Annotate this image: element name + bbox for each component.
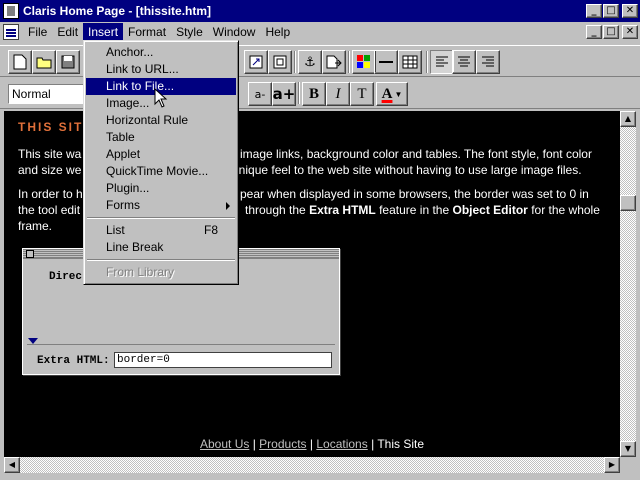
menu-item-forms-label: Forms [106,198,140,212]
mouse-pointer-icon [154,88,168,108]
shortcut-f8: F8 [203,223,218,237]
horizontal-rule-icon[interactable] [374,50,398,74]
insert-image-icon[interactable] [352,50,376,74]
chevron-down-icon: ▼ [394,89,403,99]
footer-link-locations[interactable]: Locations [316,437,367,451]
document-icon[interactable] [3,24,19,40]
para2-line1-start: In order to h [18,187,83,201]
text-color-icon: A [381,85,393,102]
footer-separator: | [252,437,256,451]
anchor-icon[interactable]: ⚓ [298,50,322,74]
minimize-button[interactable]: _ [586,4,602,18]
menu-file[interactable]: File [23,23,52,41]
submenu-arrow-icon [226,202,230,210]
new-file-icon[interactable] [8,50,32,74]
table-icon[interactable] [398,50,422,74]
align-right-icon[interactable] [476,50,500,74]
text-extra-html: Extra HTML [309,203,376,217]
menu-format[interactable]: Format [123,23,171,41]
window-title: Claris Home Page - [thissite.htm] [23,4,212,18]
frame-icon[interactable] [268,50,292,74]
object-editor-close-icon[interactable] [26,250,34,258]
vertical-scrollbar[interactable]: ▲ ▼ [620,111,636,457]
scroll-right-icon[interactable]: ▶ [604,457,620,473]
align-left-icon[interactable] [430,50,454,74]
menu-item-list-label: List [106,223,125,237]
scroll-down-icon[interactable]: ▼ [620,441,636,457]
menu-style[interactable]: Style [171,23,208,41]
doc-restore-button[interactable]: □ [603,25,619,39]
para2-line1-end: pear when displayed in some browsers, th… [240,187,589,201]
menu-item-plugin[interactable]: Plugin... [86,180,236,197]
scroll-up-icon[interactable]: ▲ [620,111,636,127]
text-for-the-whole: for the whole [531,203,600,217]
close-button[interactable]: ✕ [622,4,638,18]
para1-line1-start: This site wa [18,147,82,161]
scroll-left-icon[interactable]: ◀ [4,457,20,473]
menu-item-quicktime-movie[interactable]: QuickTime Movie... [86,163,236,180]
menu-edit[interactable]: Edit [52,23,83,41]
menu-item-table[interactable]: Table [86,129,236,146]
menu-item-line-break[interactable]: Line Break [86,239,236,256]
text-through-the: through the [245,203,306,217]
align-center-icon[interactable] [452,50,476,74]
save-icon[interactable] [56,50,80,74]
footer-nav: About Us | Products | Locations | This S… [4,437,620,451]
menu-item-from-library: From Library [106,265,175,279]
horizontal-scrollbar[interactable]: ◀ ▶ [4,457,620,473]
menu-item-anchor[interactable]: Anchor... [86,44,236,61]
para2-line3: frame. [18,219,53,233]
object-editor-direction-label: Direc [49,271,83,283]
page-heading: THIS SIT [18,120,84,134]
menu-item-link-to-url[interactable]: Link to URL... [86,61,236,78]
maximize-button[interactable]: □ [603,4,619,18]
text-feature-in-the: feature in the [379,203,450,217]
text-object-editor: Object Editor [452,203,528,217]
bold-button[interactable]: B [302,82,326,106]
footer-current-page: This Site [377,437,424,451]
para1-line2-start: and size we [18,163,82,177]
footer-separator: | [309,437,313,451]
paragraph-style-select[interactable]: Normal [8,84,86,104]
menu-separator [87,217,235,219]
link-to-file-icon[interactable] [322,50,346,74]
menu-item-forms[interactable]: Forms [86,197,236,214]
menu-item-list[interactable]: List F8 [86,222,236,239]
size-grip[interactable] [620,457,636,473]
font-larger-button[interactable]: a+ [272,82,296,106]
footer-separator: | [371,437,375,451]
menu-item-horizontal-rule[interactable]: Horizontal Rule [86,112,236,129]
app-icon[interactable] [3,3,19,19]
menu-help[interactable]: Help [260,23,295,41]
menu-bar: File Edit Insert Format Style Window Hel… [0,22,640,42]
footer-link-about[interactable]: About Us [200,437,249,451]
extra-html-label: Extra HTML: [37,355,110,367]
doc-close-button[interactable]: ✕ [622,25,638,39]
para2-line2-start: the tool edit [18,203,81,217]
para1-line2-end: unique feel to the web site without havi… [232,163,582,177]
teletype-button[interactable]: T [350,82,374,106]
menu-insert[interactable]: Insert [83,23,124,41]
scroll-thumb[interactable] [620,195,636,211]
object-editor-divider [27,344,335,345]
italic-button[interactable]: I [326,82,350,106]
extra-html-input[interactable]: border=0 [114,352,332,368]
menu-item-applet[interactable]: Applet [86,146,236,163]
title-bar: Claris Home Page - [thissite.htm] _ □ ✕ [0,0,640,22]
link-editor-icon[interactable] [244,50,268,74]
font-smaller-button[interactable]: a- [248,82,272,106]
text-color-button[interactable]: A ▼ [376,82,408,106]
insert-menu-dropdown: Anchor... Link to URL... Link to File...… [83,40,239,285]
footer-link-products[interactable]: Products [259,437,306,451]
doc-minimize-button[interactable]: _ [586,25,602,39]
para1-line1-end: image links, background color and tables… [240,147,592,161]
menu-separator [87,259,235,261]
menu-window[interactable]: Window [208,23,261,41]
para2-line2-end: through the Extra HTML feature in the Ob… [245,202,600,218]
open-folder-icon[interactable] [32,50,56,74]
